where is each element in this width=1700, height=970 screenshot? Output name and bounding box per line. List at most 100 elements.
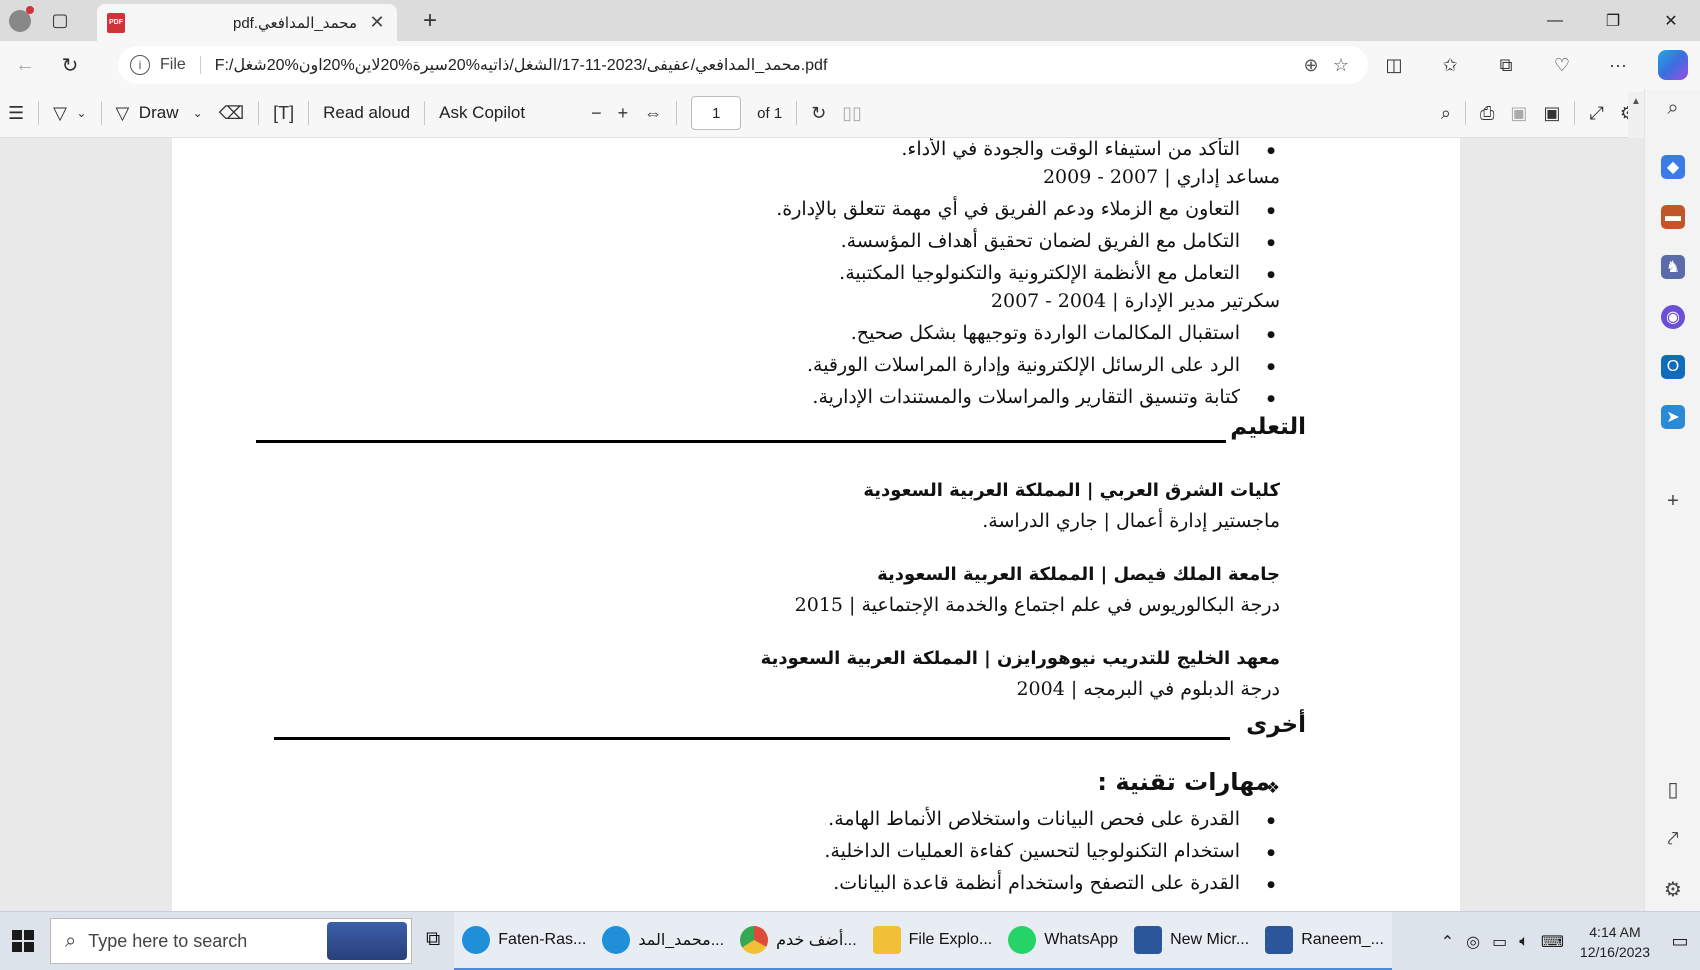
chevron-up-icon[interactable]: ⌃	[1435, 932, 1460, 952]
browser-essentials-icon[interactable]: ♡	[1534, 41, 1590, 89]
open-external-icon[interactable]: ⤤	[1659, 825, 1687, 853]
search-highlight-image	[327, 922, 407, 960]
search-icon: ⌕	[1440, 102, 1452, 123]
rotate-button[interactable]: ↻	[803, 89, 834, 138]
divider	[676, 101, 678, 125]
find-button[interactable]: ⌕	[1433, 89, 1459, 138]
network-icon[interactable]: ▭	[1486, 932, 1513, 952]
institution: جامعة الملك فيصل | المملكة العربية السعو…	[877, 564, 1280, 585]
fit-width-button[interactable]: ⇔	[636, 89, 670, 138]
diamond-bullet-icon: ❖	[1265, 778, 1280, 797]
task-view-button[interactable]: ⧉	[412, 912, 454, 970]
back-button[interactable]: ←	[5, 45, 45, 85]
chevron-down-icon: ⌄	[76, 106, 87, 120]
url-text[interactable]: F:/محمد_المدافعي/عفيفى/2023-11-17/الشغل/…	[215, 55, 1296, 75]
read-aloud-button[interactable]: Read aloud	[315, 89, 418, 138]
save-icon: ▣	[1510, 102, 1528, 123]
text-box-icon: [T]	[273, 102, 295, 123]
minimize-button[interactable]: —	[1526, 0, 1584, 41]
clock[interactable]: 4:14 AM 12/16/2023	[1570, 922, 1660, 962]
maximize-button[interactable]: ❐	[1584, 0, 1642, 41]
add-text-button[interactable]: [T]	[265, 89, 302, 138]
file-label: File	[160, 56, 201, 74]
divider	[38, 101, 40, 125]
print-button[interactable]: ⎙	[1472, 89, 1502, 138]
chrome-icon	[740, 925, 769, 954]
job-title: مساعد إداري | 2007 - 2009	[1042, 166, 1280, 188]
copilot-icon[interactable]	[1658, 50, 1688, 80]
zoom-out-button[interactable]: −	[583, 89, 610, 138]
pdf-icon: PDF	[107, 12, 125, 33]
close-tab-icon[interactable]: ✕	[367, 12, 387, 33]
degree: درجة الدبلوم في البرمجه | 2004	[1016, 678, 1280, 700]
rotate-icon: ↻	[811, 102, 827, 123]
scroll-up-icon[interactable]: ▲	[1631, 96, 1641, 107]
fullscreen-button[interactable]: ⤢	[1581, 89, 1611, 138]
degree: درجة البكالوريوس في علم اجتماع والخدمة ا…	[794, 594, 1280, 616]
draw-button[interactable]: ▽ Draw ⌄	[108, 89, 211, 138]
save-button[interactable]: ▣	[1502, 89, 1535, 138]
address-bar[interactable]: i File F:/محمد_المدافعي/عفيفى/2023-11-17…	[118, 46, 1368, 84]
taskbar-item[interactable]: محمد_المد...	[594, 911, 733, 970]
add-sidebar-app-icon[interactable]: +	[1659, 487, 1687, 515]
favorites-icon[interactable]: ✩	[1422, 41, 1478, 89]
section-rule	[274, 737, 1230, 740]
eraser-icon: ⌫	[218, 102, 245, 123]
divider	[796, 101, 798, 125]
refresh-button[interactable]: ↻	[50, 45, 90, 85]
info-icon[interactable]: i	[130, 55, 150, 75]
drop-send-icon[interactable]: ➤	[1661, 405, 1685, 429]
search-icon: ⌕	[65, 929, 77, 952]
taskbar-item-label: أضف خدم...	[776, 931, 857, 949]
page-view-button[interactable]: ▯▯	[834, 89, 870, 138]
more-menu-icon[interactable]: ···	[1590, 41, 1646, 89]
taskbar-item[interactable]: Raneem_...	[1257, 911, 1392, 970]
taskbar-item[interactable]: WhatsApp	[1000, 911, 1127, 970]
zoom-icon[interactable]: ⊕	[1296, 55, 1326, 76]
sidebar-layout-icon[interactable]: ▯	[1659, 775, 1687, 803]
tools-briefcase-icon[interactable]: ▬	[1661, 205, 1685, 229]
favorite-star-icon[interactable]: ☆	[1326, 55, 1356, 76]
word-icon	[1265, 925, 1294, 954]
taskbar-item[interactable]: Faten-Ras...	[454, 911, 595, 970]
start-button[interactable]	[0, 912, 46, 970]
collections-icon[interactable]: ⧉	[1478, 41, 1534, 89]
taskbar-item[interactable]: أضف خدم...	[732, 911, 865, 970]
draw-label: Draw	[138, 103, 179, 122]
split-screen-icon[interactable]: ◫	[1366, 41, 1422, 89]
keyboard-icon[interactable]: ⌨	[1535, 932, 1570, 952]
shopping-tag-icon[interactable]: ◆	[1661, 155, 1685, 179]
taskbar-item[interactable]: File Explo...	[864, 911, 1001, 970]
page-number-input[interactable]: 1	[691, 96, 742, 130]
window-controls: — ❐ ✕	[1526, 0, 1700, 41]
tab-title: محمد_المدافعي.pdf	[233, 14, 357, 32]
outlook-icon[interactable]: O	[1661, 355, 1685, 379]
profile-button[interactable]	[0, 0, 40, 41]
erase-button[interactable]: ⌫	[211, 89, 252, 138]
taskbar-search[interactable]: ⌕ Type here to search	[50, 918, 412, 964]
highlight-button[interactable]: ▽ ⌄	[45, 89, 94, 138]
save-as-button[interactable]: ▣	[1535, 89, 1568, 138]
close-window-button[interactable]: ✕	[1642, 0, 1700, 41]
ask-copilot-button[interactable]: Ask Copilot	[431, 89, 533, 138]
sidebar-settings-icon[interactable]: ⚙	[1659, 875, 1687, 903]
m365-icon[interactable]: ◉	[1661, 305, 1685, 329]
contents-button[interactable]: ☰	[0, 89, 32, 138]
clock-date: 12/16/2023	[1579, 943, 1650, 960]
search-placeholder: Type here to search	[88, 930, 248, 951]
whatsapp-icon	[1008, 925, 1037, 954]
volume-icon[interactable]: 🔈︎	[1513, 933, 1535, 951]
pdf-toolbar: ☰ ▽ ⌄ ▽ Draw ⌄ ⌫ [T] Read aloud Ask Copi…	[0, 89, 1644, 138]
new-tab-button[interactable]: +	[410, 0, 450, 41]
sidebar-search-icon[interactable]: ⌕	[1659, 94, 1687, 122]
edge-icon	[462, 925, 491, 954]
notification-icon[interactable]: ▭	[1660, 912, 1700, 970]
zoom-in-button[interactable]: +	[610, 89, 637, 138]
page-view-icon: ▯▯	[842, 102, 863, 123]
taskbar-item[interactable]: New Micr...	[1126, 911, 1258, 970]
games-chess-icon[interactable]: ♞	[1661, 255, 1685, 279]
divider	[308, 101, 310, 125]
meet-now-icon[interactable]: ◎	[1460, 932, 1486, 952]
tab-actions-icon[interactable]: ▢	[40, 0, 80, 41]
tab-active[interactable]: PDF محمد_المدافعي.pdf ✕	[97, 4, 397, 41]
